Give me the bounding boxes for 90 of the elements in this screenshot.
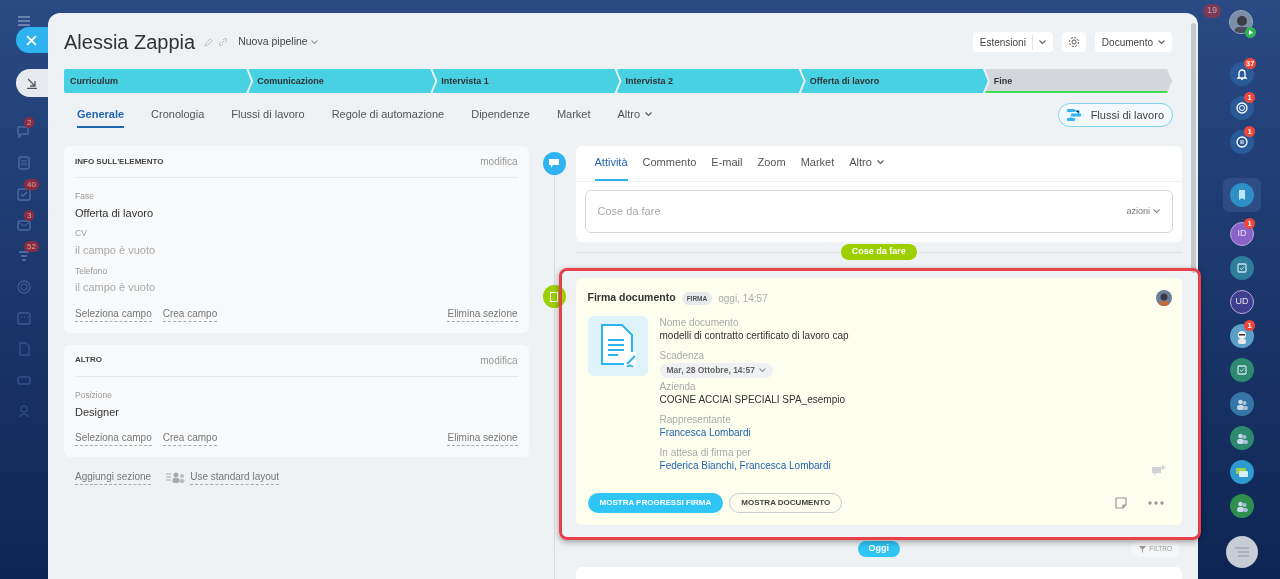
create-field-link[interactable]: Crea campo <box>162 430 218 446</box>
user-avatar[interactable] <box>1156 290 1172 306</box>
record-title: Alessia Zappia <box>64 30 196 55</box>
filter-icon <box>1139 545 1147 553</box>
pipeline-stage[interactable]: Offerta di lavoro <box>800 69 988 93</box>
pipeline-stage[interactable]: Fine <box>984 69 1173 93</box>
pipeline-stage[interactable]: Intervista 1 <box>432 69 620 93</box>
composer-tab[interactable]: Zoom <box>757 146 786 181</box>
field-value: il campo è vuoto <box>75 280 157 296</box>
section-title: INFO SULL'ELEMENTO <box>75 155 164 168</box>
collapse-icon <box>26 77 38 89</box>
tab[interactable]: Cronologia <box>151 102 205 128</box>
list-icon <box>1235 547 1249 557</box>
pipeline-stage[interactable]: Comunicazione <box>248 69 436 93</box>
caret-icon <box>758 368 766 373</box>
pipeline-stage[interactable]: Curriculum <box>64 69 252 93</box>
mail-icon[interactable] <box>16 217 32 233</box>
extensions-dropdown[interactable]: Estensioni <box>972 32 1053 52</box>
date-dropdown[interactable]: Mar, 28 Ottobre, 14:57 <box>659 363 773 378</box>
field-label: In attesa di firma per <box>659 446 752 459</box>
scrollbar[interactable] <box>1191 23 1196 273</box>
field-label: Telefono <box>75 264 109 278</box>
delete-section-link[interactable]: Elimina sezione <box>447 305 518 322</box>
composer-tab[interactable]: Commento <box>642 146 697 181</box>
more-icon[interactable] <box>1148 501 1164 505</box>
note-icon[interactable] <box>1115 497 1127 509</box>
tab[interactable]: Dipendenze <box>471 102 530 128</box>
bookmark-icon[interactable] <box>1230 183 1254 207</box>
caret-icon <box>645 111 653 117</box>
count-badge: 2 <box>24 117 35 128</box>
settings-icon <box>1067 36 1080 48</box>
notification-badge: 19 <box>1203 4 1221 18</box>
caret-icon <box>1038 39 1046 45</box>
field-label: Rappresentante <box>659 413 732 426</box>
actions-dropdown[interactable]: azioni <box>1126 204 1160 219</box>
signed-document-icon <box>587 316 648 376</box>
tab[interactable]: Market <box>556 102 591 128</box>
composer-tab[interactable]: Altro <box>849 146 884 181</box>
count-badge: 40 <box>24 179 39 190</box>
field-label: CV <box>75 227 88 240</box>
layout-users-icon <box>166 471 187 483</box>
comment-icon <box>542 152 566 175</box>
workflow-icon <box>1066 109 1083 121</box>
today-label: Oggi <box>857 541 900 557</box>
field-value: il campo è vuoto <box>75 243 157 258</box>
field-value: COGNE ACCIAI SPECIALI SPA_esempio <box>659 393 846 407</box>
activity-title: Firma documento <box>587 290 676 306</box>
field-value: Designer <box>75 404 121 420</box>
caret-icon <box>1158 39 1165 45</box>
field-label: Nome documento <box>659 316 740 329</box>
add-section-link[interactable]: Aggiungi sezione <box>75 469 152 485</box>
field-value: modelli di contratto certificato di lavoro cap <box>659 329 849 343</box>
standard-layout-link[interactable]: Use standard layout <box>190 469 280 485</box>
count-badge: 3 <box>24 210 35 221</box>
pipeline-dropdown[interactable]: Nuova pipeline <box>238 34 318 50</box>
tab[interactable]: Regole di automazione <box>331 102 445 128</box>
todo-input-field[interactable]: Cose da fare azioni <box>584 190 1173 233</box>
document-dropdown[interactable]: Documento <box>1094 32 1172 52</box>
tab[interactable]: Generale <box>77 102 125 128</box>
pipeline-stage[interactable]: Intervista 2 <box>616 69 804 93</box>
status-play-icon <box>1245 27 1256 38</box>
caret-icon <box>1153 209 1160 214</box>
field-label: Scadenza <box>659 349 705 362</box>
select-field-link[interactable]: Seleziona campo <box>75 430 152 446</box>
contact-link[interactable]: Federica Bianchi, Francesca Lombardi <box>659 459 849 473</box>
field-label: Azienda <box>659 380 697 393</box>
count-badge: 52 <box>24 241 39 252</box>
composer-tab[interactable]: E-mail <box>711 146 743 181</box>
caret-icon <box>876 160 884 165</box>
document-icon <box>542 285 566 308</box>
field-label: Posizione <box>75 388 113 402</box>
tab[interactable]: Altro <box>617 102 653 128</box>
filter-icon[interactable] <box>16 248 32 264</box>
select-field-link[interactable]: Seleziona campo <box>75 305 152 322</box>
menu-icon[interactable] <box>16 13 32 29</box>
close-icon <box>26 34 37 46</box>
section-title: ALTRO <box>75 354 102 367</box>
tab[interactable]: Flussi di lavoro <box>231 102 305 128</box>
contact-link[interactable]: Francesca Lombardi <box>659 426 849 440</box>
field-label: Fase <box>75 190 95 203</box>
settings-button[interactable] <box>1061 32 1086 52</box>
create-field-link[interactable]: Crea campo <box>162 305 218 322</box>
activity-time: oggi, 14:57 <box>718 291 768 306</box>
composer-tab[interactable]: Attività <box>594 146 628 181</box>
workflows-button[interactable]: Flussi di lavoro <box>1057 103 1173 127</box>
composer-tab[interactable]: Market <box>800 146 835 181</box>
field-value: Offerta di lavoro <box>75 205 155 221</box>
caret-icon <box>310 39 318 45</box>
todo-label: Cose da fare <box>840 244 917 260</box>
delete-section-link[interactable]: Elimina sezione <box>447 430 518 446</box>
